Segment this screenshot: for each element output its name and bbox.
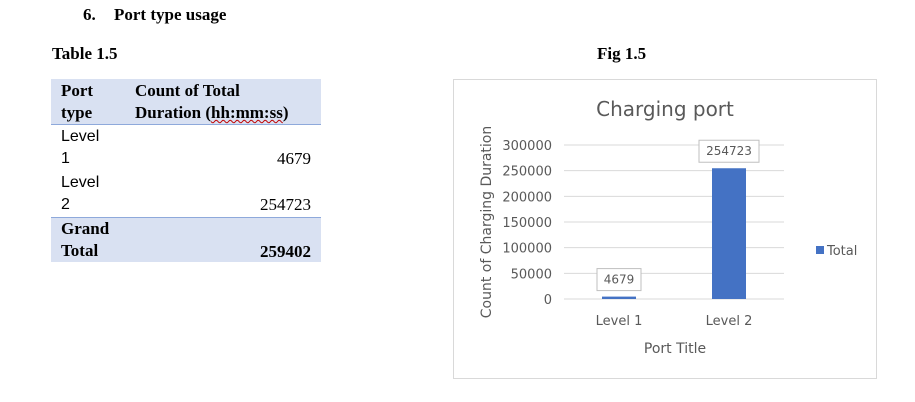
data-label: 254723 — [706, 144, 752, 158]
data-label: 4679 — [604, 273, 635, 287]
row-label-line1: Level — [61, 174, 100, 191]
total-label: Grand Total — [61, 218, 121, 262]
bar — [712, 168, 746, 299]
section-heading: 6. Port type usage — [83, 5, 226, 25]
y-tick-label: 0 — [544, 293, 552, 308]
section-title: Port type usage — [114, 5, 227, 24]
x-tick-label: Level 2 — [706, 314, 753, 329]
y-tick-label: 250000 — [502, 165, 552, 180]
y-tick-label: 200000 — [502, 190, 552, 205]
x-tick-label: Level 1 — [596, 314, 643, 329]
total-value: 259402 — [260, 242, 311, 261]
x-axis-title: Port Title — [644, 341, 706, 357]
row-value: 4679 — [277, 149, 311, 168]
table-caption: Table 1.5 — [52, 44, 118, 63]
section-number: 6. — [83, 5, 96, 24]
row-label: Level 2 — [61, 172, 121, 216]
header-count-line1: Count of Total — [135, 81, 240, 100]
y-tick-label: 100000 — [502, 242, 552, 257]
total-label-line2: Total — [61, 241, 99, 260]
port-type-table: Port type Count of Total Duration (hh:mm… — [51, 79, 321, 262]
chart-title: Charging port — [596, 97, 734, 121]
header-duration-unit: hh:mm:ss — [211, 103, 283, 122]
header-port-type: Port type — [61, 81, 94, 122]
table-total-row: Grand Total 259402 — [51, 217, 321, 262]
y-tick-label: 300000 — [502, 139, 552, 154]
figure-caption: Fig 1.5 — [597, 44, 647, 63]
header-count-duration: Count of Total Duration (hh:mm:ss) — [135, 80, 289, 124]
total-label-line1: Grand — [61, 219, 110, 238]
chart-container: Charging port 0 50000 100000 150000 200000 25… — [453, 79, 877, 379]
legend: Total — [816, 244, 857, 259]
y-tick-label: 150000 — [502, 216, 552, 231]
legend-swatch — [816, 246, 824, 254]
header-duration-prefix: Duration ( — [135, 103, 212, 122]
legend-label: Total — [826, 244, 857, 259]
y-tick-label: 50000 — [511, 267, 552, 282]
table-row: Level 2 254723 — [51, 171, 321, 217]
row-label: Level 1 — [61, 126, 121, 170]
row-label-line2: 1 — [61, 150, 70, 167]
table-header-row: Port type Count of Total Duration (hh:mm… — [51, 79, 321, 125]
header-duration-suffix: ) — [282, 103, 289, 122]
y-axis-title: Count of Charging Duration — [479, 126, 495, 319]
row-label-line1: Level — [61, 128, 100, 145]
table-row: Level 1 4679 — [51, 125, 321, 171]
bar-chart: Charging port 0 50000 100000 150000 200000 25… — [479, 97, 857, 357]
row-label-line2: 2 — [61, 196, 70, 213]
bar — [602, 296, 636, 299]
y-axis-ticks: 0 50000 100000 150000 200000 250000 300000 — [502, 139, 552, 308]
row-value: 254723 — [260, 195, 311, 214]
x-axis-ticks: Level 1 Level 2 — [596, 314, 753, 329]
